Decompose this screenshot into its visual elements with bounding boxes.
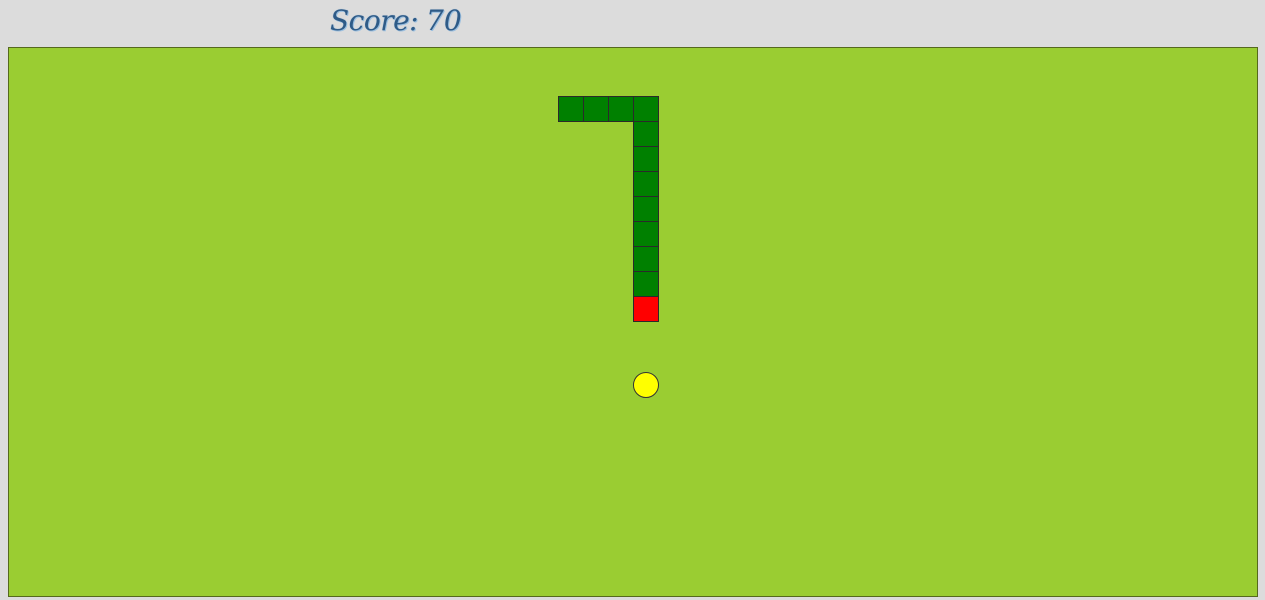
snake-segment (633, 96, 659, 122)
game-board[interactable] (8, 47, 1258, 597)
snake-segment (633, 246, 659, 272)
snake-head (633, 296, 659, 322)
snake-segment (633, 121, 659, 147)
snake-segment (633, 171, 659, 197)
score-label: Score: (330, 4, 419, 37)
snake-segment (633, 271, 659, 297)
score-bar: Score: 70 (0, 0, 1265, 46)
snake-segment (633, 196, 659, 222)
snake-segment (583, 96, 609, 122)
snake-segment (633, 146, 659, 172)
score-value: 70 (426, 4, 462, 37)
snake-segment (608, 96, 634, 122)
snake-segment (633, 221, 659, 247)
food-pellet (633, 372, 659, 398)
snake-segment (558, 96, 584, 122)
